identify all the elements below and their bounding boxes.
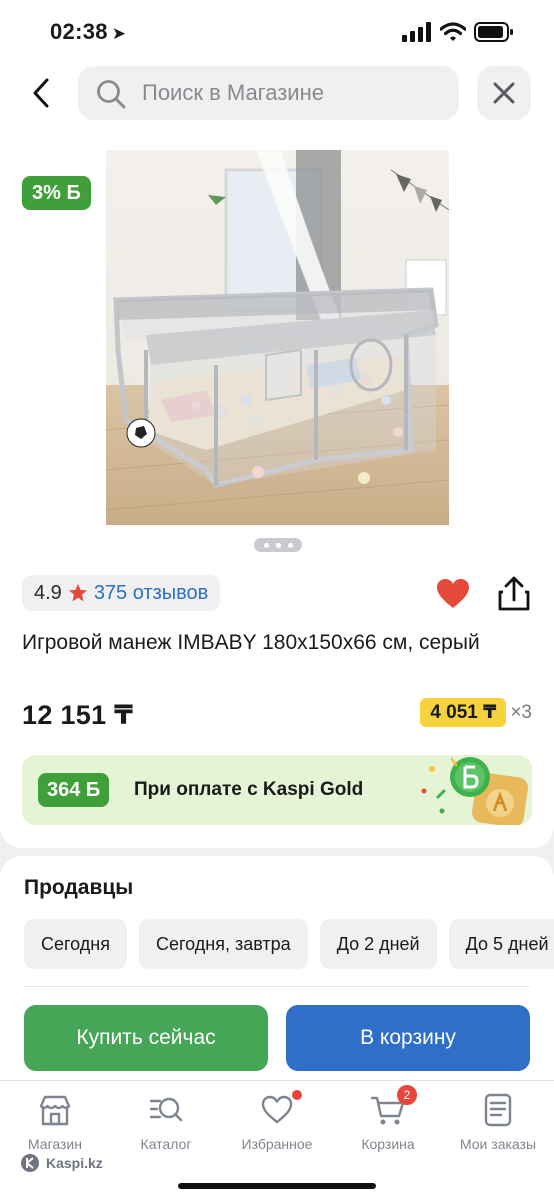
star-icon	[68, 584, 87, 602]
add-to-cart-button[interactable]: В корзину	[286, 1005, 530, 1071]
cart-count-badge: 2	[397, 1085, 417, 1105]
product-title: Игровой манеж IMBABY 180x150x66 см, серы…	[22, 631, 480, 654]
tab-store[interactable]: Магазин	[0, 1093, 110, 1152]
tab-orders[interactable]: Мои заказы	[443, 1093, 553, 1152]
share-button[interactable]	[497, 576, 531, 612]
wifi-icon	[440, 22, 466, 41]
tab-cart[interactable]: 2 Корзина	[333, 1085, 443, 1152]
tab-label: Мои заказы	[459, 1136, 537, 1152]
chevron-left-icon	[33, 78, 49, 108]
tab-label: Магазин	[27, 1136, 82, 1152]
tab-favorites[interactable]: Избранное	[222, 1090, 332, 1152]
cellular-signal-icon	[402, 22, 431, 42]
tab-label: Корзина	[361, 1136, 415, 1152]
divider	[24, 986, 530, 987]
kaspi-logo-icon	[21, 1154, 39, 1172]
product-card: 3% Б 4.9 375 отзывов Игровой манеж IMBAB…	[0, 128, 554, 848]
catalog-search-icon	[149, 1097, 183, 1122]
reviews-link[interactable]: 375 отзывов	[94, 582, 208, 605]
installment-multiplier: ×3	[510, 701, 532, 723]
tab-label: Каталог	[140, 1136, 192, 1152]
pagination-dot	[275, 542, 281, 548]
search-box[interactable]	[78, 66, 459, 120]
battery-icon	[474, 22, 513, 42]
installment-info[interactable]: 4 051 ₸ ×3	[420, 698, 532, 727]
installment-amount: 4 051 ₸	[420, 698, 507, 727]
kaspi-gold-text: При оплате с Kaspi Gold	[134, 779, 364, 800]
filter-chip-today[interactable]: Сегодня	[24, 919, 127, 969]
pagination-dot	[263, 542, 269, 548]
rating-pill[interactable]: 4.9 375 отзывов	[22, 575, 221, 611]
watermark-text: Kaspi.kz	[46, 1155, 103, 1171]
status-bar: 02:38 ➤	[0, 0, 554, 62]
bonus-coin-illustration	[421, 757, 528, 825]
close-icon	[493, 82, 515, 104]
favorite-button[interactable]	[436, 578, 470, 610]
home-indicator[interactable]	[178, 1183, 376, 1189]
search-header	[0, 62, 554, 128]
filter-chip-today-tomorrow[interactable]: Сегодня, завтра	[139, 919, 308, 969]
search-input[interactable]	[142, 66, 442, 120]
image-pagination	[254, 538, 302, 552]
close-button[interactable]	[477, 66, 531, 120]
tab-label: Избранное	[241, 1136, 313, 1152]
status-icons	[402, 22, 514, 42]
pagination-dot	[287, 542, 293, 548]
clock-text: 02:38	[50, 19, 108, 44]
tab-catalog[interactable]: Каталог	[111, 1093, 221, 1152]
location-arrow-icon: ➤	[111, 24, 127, 43]
delivery-filters: Сегодня Сегодня, завтра До 2 дней До 5 д…	[24, 919, 554, 969]
cashback-badge: 3% Б	[22, 176, 91, 210]
bottom-tab-bar: Магазин Каталог Избранное 2 Корзина Мои …	[0, 1080, 554, 1200]
buy-now-button[interactable]: Купить сейчас	[24, 1005, 268, 1071]
heart-filled-icon	[437, 579, 469, 608]
store-icon	[39, 1095, 71, 1126]
search-icon	[97, 80, 126, 109]
playpen-photo	[106, 150, 449, 525]
product-image[interactable]	[106, 150, 449, 525]
sellers-title: Продавцы	[24, 876, 134, 899]
product-price: 12 151 ₸	[22, 700, 134, 730]
filter-chip-2-days[interactable]: До 2 дней	[319, 919, 437, 969]
status-time: 02:38 ➤	[50, 19, 126, 45]
orders-icon	[484, 1093, 512, 1127]
heart-icon	[261, 1095, 293, 1124]
filter-chip-5-days[interactable]: До 5 дней	[448, 919, 554, 969]
rating-score: 4.9	[34, 581, 62, 604]
kaspi-watermark: Kaspi.kz	[20, 1153, 103, 1173]
back-button[interactable]	[24, 76, 58, 110]
sellers-section: Продавцы Сегодня Сегодня, завтра До 2 дн…	[0, 856, 554, 1096]
share-icon	[498, 576, 530, 611]
notification-dot	[292, 1090, 302, 1100]
bonus-badge: 364 Б	[38, 773, 110, 807]
kaspi-gold-banner[interactable]: 364 Б При оплате с Kaspi Gold	[22, 755, 532, 825]
